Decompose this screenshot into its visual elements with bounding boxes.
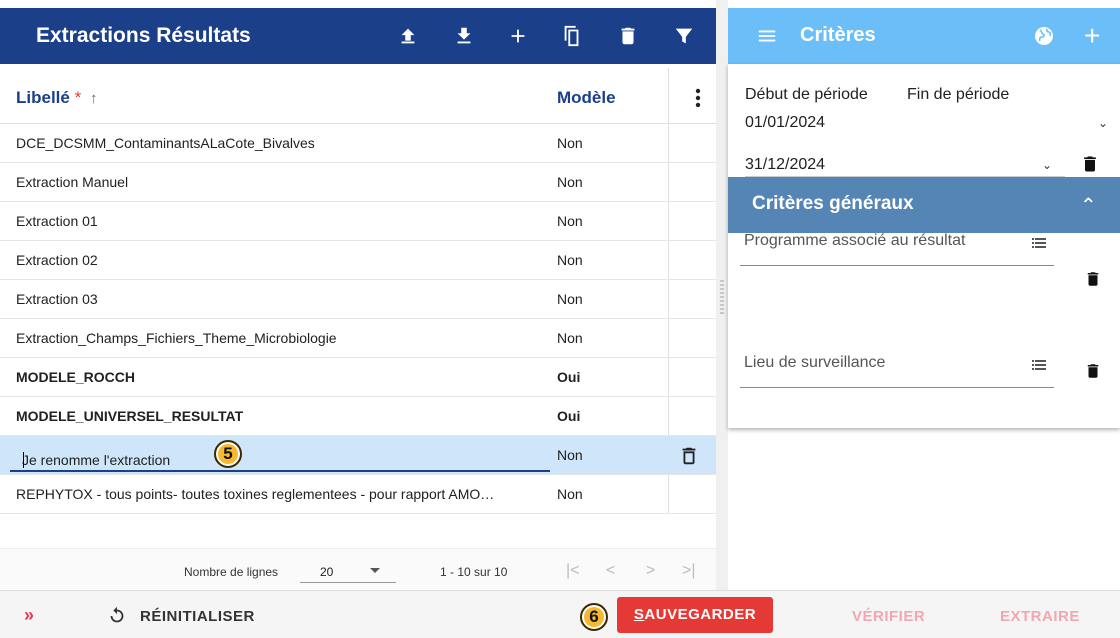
required-mark: * — [74, 88, 82, 107]
table-row[interactable]: MODELE_UNIVERSEL_RESULTAT Oui — [0, 397, 716, 436]
lieu-surveillance-label: Lieu de surveillance — [744, 354, 886, 371]
table-header: Libellé * ↑ Modèle — [0, 68, 716, 124]
period-start-input[interactable]: 01/01/2024 — [745, 114, 825, 132]
extractions-toolbar: Extractions Résultats — [0, 8, 716, 64]
chevron-down-icon[interactable]: ⌄ — [1098, 116, 1108, 130]
sort-ascending-icon[interactable]: ↑ — [90, 90, 98, 107]
row-libelle: Extraction 02 — [16, 252, 98, 268]
column-menu-icon[interactable] — [688, 86, 708, 110]
first-page-icon[interactable]: |< — [566, 562, 580, 580]
download-icon[interactable] — [452, 24, 476, 48]
edit-input-value: Je renomme l'extraction — [22, 452, 171, 468]
row-modele: Non — [557, 174, 583, 190]
row-modele: Non — [557, 330, 583, 346]
save-mnemonic: S — [633, 606, 645, 623]
delete-row-icon[interactable] — [678, 444, 700, 468]
chevron-down-icon — [370, 568, 380, 573]
step-badge-5: 5 — [214, 440, 242, 468]
row-libelle: DCE_DCSMM_ContaminantsALaCote_Bivalves — [16, 135, 315, 151]
next-page-icon[interactable]: > — [646, 562, 655, 580]
libelle-edit-input[interactable]: Je renomme l'extraction — [10, 442, 550, 472]
delete-programme-icon[interactable] — [1084, 268, 1102, 290]
expand-icon[interactable]: » — [24, 605, 34, 626]
column-header-modele[interactable]: Modèle — [557, 88, 616, 108]
row-modele: Non — [557, 213, 583, 229]
previous-page-icon[interactable]: < — [606, 562, 615, 580]
table-row[interactable]: REPHYTOX - tous points- toutes toxines r… — [0, 475, 716, 514]
extractions-panel: Extractions Résultats Libellé * ↑ Modèle — [0, 0, 716, 590]
table-row-selected[interactable]: Je renomme l'extraction 5 Non — [0, 436, 716, 475]
criteria-card: Début de période Fin de période 01/01/20… — [728, 64, 1120, 428]
action-footer: » RÉINITIALISER 6 SAUVEGARDER VÉRIFIER E… — [0, 590, 1120, 638]
row-modele: Non — [557, 135, 583, 151]
period-end-label: Fin de période — [907, 86, 1010, 103]
last-page-icon[interactable]: >| — [682, 562, 696, 580]
table-row[interactable]: Extraction 01 Non — [0, 202, 716, 241]
row-modele: Oui — [557, 408, 581, 424]
reset-button[interactable]: RÉINITIALISER — [140, 608, 255, 625]
column-header-libelle[interactable]: Libellé * ↑ — [16, 88, 97, 108]
step-badge-6: 6 — [580, 603, 608, 631]
save-button[interactable]: SAUVEGARDER — [617, 597, 773, 633]
page-size-label: Nombre de lignes — [184, 565, 279, 579]
page-size-select[interactable]: 20 — [300, 557, 396, 583]
table-row[interactable]: Extraction 02 Non — [0, 241, 716, 280]
menu-icon[interactable] — [756, 25, 778, 47]
row-libelle: Extraction 03 — [16, 291, 98, 307]
delete-period-icon[interactable] — [1080, 152, 1100, 176]
chevron-down-icon[interactable]: ⌄ — [1042, 158, 1052, 172]
table-row[interactable]: DCE_DCSMM_ContaminantsALaCote_Bivalves N… — [0, 124, 716, 163]
general-criteria-header[interactable]: Critères généraux ⌃ — [728, 177, 1120, 233]
table-row[interactable]: Extraction 03 Non — [0, 280, 716, 319]
criteria-title: Critères — [800, 24, 876, 46]
list-icon[interactable] — [1032, 358, 1046, 370]
page-range: 1 - 10 sur 10 — [440, 565, 508, 579]
reset-icon[interactable] — [106, 605, 128, 627]
row-libelle: Extraction_Champs_Fichiers_Theme_Microbi… — [16, 330, 337, 346]
list-icon[interactable] — [1032, 236, 1046, 248]
programme-label: Programme associé au résultat — [744, 232, 966, 249]
panel-splitter[interactable] — [716, 0, 728, 590]
delete-lieu-icon[interactable] — [1084, 360, 1102, 382]
verify-button[interactable]: VÉRIFIER — [852, 608, 925, 625]
table-row[interactable]: MODELE_ROCCH Oui — [0, 358, 716, 397]
table-row[interactable]: Extraction Manuel Non — [0, 163, 716, 202]
extract-button[interactable]: EXTRAIRE — [1000, 608, 1080, 625]
globe-icon[interactable] — [1032, 24, 1056, 48]
row-libelle: Extraction 01 — [16, 213, 98, 229]
paginator: Nombre de lignes 20 1 - 10 sur 10 |< < >… — [0, 548, 716, 590]
row-modele: Non — [557, 252, 583, 268]
panel-title: Extractions Résultats — [36, 24, 251, 47]
row-libelle: REPHYTOX - tous points- toutes toxines r… — [16, 486, 495, 502]
delete-icon[interactable] — [616, 24, 640, 48]
chevron-up-icon[interactable]: ⌃ — [1080, 193, 1097, 218]
lieu-surveillance-field[interactable]: Lieu de surveillance — [740, 348, 1054, 388]
row-libelle: MODELE_UNIVERSEL_RESULTAT — [16, 408, 244, 424]
upload-icon[interactable] — [396, 24, 420, 48]
row-libelle: Extraction Manuel — [16, 174, 129, 190]
row-modele: Non — [557, 291, 583, 307]
table-row[interactable]: Extraction_Champs_Fichiers_Theme_Microbi… — [0, 319, 716, 358]
text-caret — [23, 452, 24, 468]
libelle-label: Libellé — [16, 88, 70, 107]
filter-icon[interactable] — [672, 24, 696, 48]
general-criteria-title: Critères généraux — [752, 193, 914, 214]
programme-field[interactable]: Programme associé au résultat — [740, 226, 1054, 266]
add-icon[interactable] — [506, 24, 530, 48]
criteria-toolbar: Critères + — [728, 8, 1120, 64]
save-label: AUVEGARDER — [644, 606, 757, 623]
row-libelle: MODELE_ROCCH — [16, 369, 136, 385]
period-end-input[interactable]: 31/12/2024 — [745, 156, 825, 174]
splitter-grip-icon[interactable] — [720, 280, 724, 316]
copy-icon[interactable] — [560, 24, 584, 48]
page-size-value: 20 — [320, 565, 334, 579]
row-modele: Non — [557, 447, 583, 463]
add-criteria-icon[interactable]: + — [1084, 20, 1100, 52]
row-modele: Non — [557, 486, 583, 502]
criteria-panel: Critères + Début de période Fin de pério… — [728, 0, 1120, 590]
period-start-label: Début de période — [745, 86, 868, 103]
row-modele: Oui — [557, 369, 581, 385]
